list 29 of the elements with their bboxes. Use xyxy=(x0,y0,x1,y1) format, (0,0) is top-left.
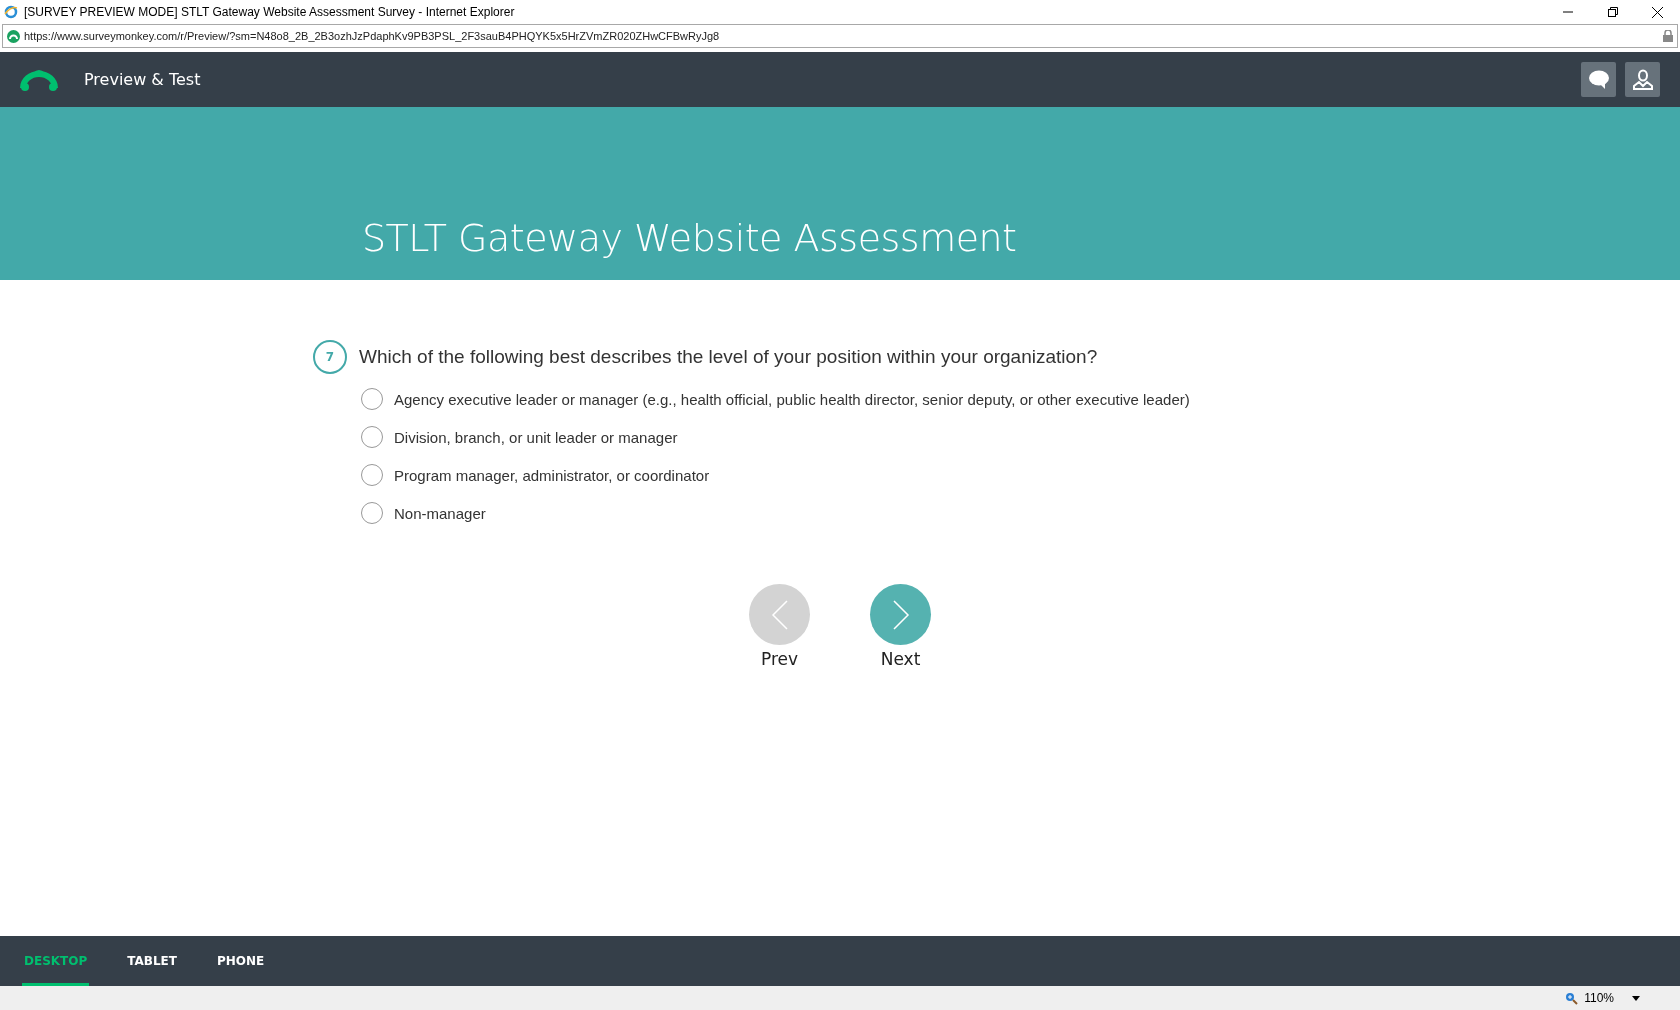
window-title: [SURVEY PREVIEW MODE] STLT Gateway Website Assessment Survey - Internet Explorer xyxy=(24,5,516,19)
dropdown-caret-icon[interactable] xyxy=(1632,995,1640,1001)
survey-title: STLT Gateway Website Assessment xyxy=(362,216,1017,260)
question-text: Which of the following best describes the level of your position within your organization? xyxy=(359,346,1098,368)
url-text: https://www.surveymonkey.com/r/Preview/?sm=N48o8_2B_2B3ozhJzPdaphKv9PB3PSL_2F3sauB4PHQYK5x5HrZVmZR020ZHwCFBwRyJg8 xyxy=(24,30,721,42)
address-bar[interactable]: https://www.surveymonkey.com/r/Preview/?sm=N48o8_2B_2B3ozhJzPdaphKv9PB3PSL_2F3sauB4PHQYK5x5HrZVmZR020ZHwCFBwRyJg8 xyxy=(2,24,1678,48)
account-button[interactable] xyxy=(1625,62,1660,97)
browser-logo-icon xyxy=(4,5,18,19)
nav-label: Prev xyxy=(760,649,799,669)
speech-bubble-icon xyxy=(1587,69,1610,90)
close-icon xyxy=(1652,6,1663,18)
logo-icon xyxy=(20,67,58,92)
lock-icon xyxy=(1663,30,1673,42)
person-icon xyxy=(1631,68,1654,91)
nav-label: Next xyxy=(880,649,921,669)
next-button[interactable] xyxy=(870,584,931,645)
device-tab[interactable]: TABLET xyxy=(125,936,179,986)
option-label: Division, branch, or unit leader or manager xyxy=(394,428,678,446)
option-label: Non-manager xyxy=(394,504,486,522)
option-label: Program manager, administrator, or coordinator xyxy=(394,466,710,484)
zoom-icon xyxy=(1565,991,1579,1005)
header-title: Preview & Test xyxy=(84,70,202,89)
site-logo-icon xyxy=(7,29,20,43)
option-label: Agency executive leader or manager (e.g., health official, public health director, senior deputy, or other executive leader) xyxy=(394,390,1190,408)
restore-icon xyxy=(1607,7,1618,17)
feedback-button[interactable] xyxy=(1581,62,1616,97)
device-tab[interactable]: PHONE xyxy=(215,936,267,986)
zoom-level[interactable]: 110% xyxy=(1584,991,1614,1005)
question-number: 7 xyxy=(313,340,347,374)
